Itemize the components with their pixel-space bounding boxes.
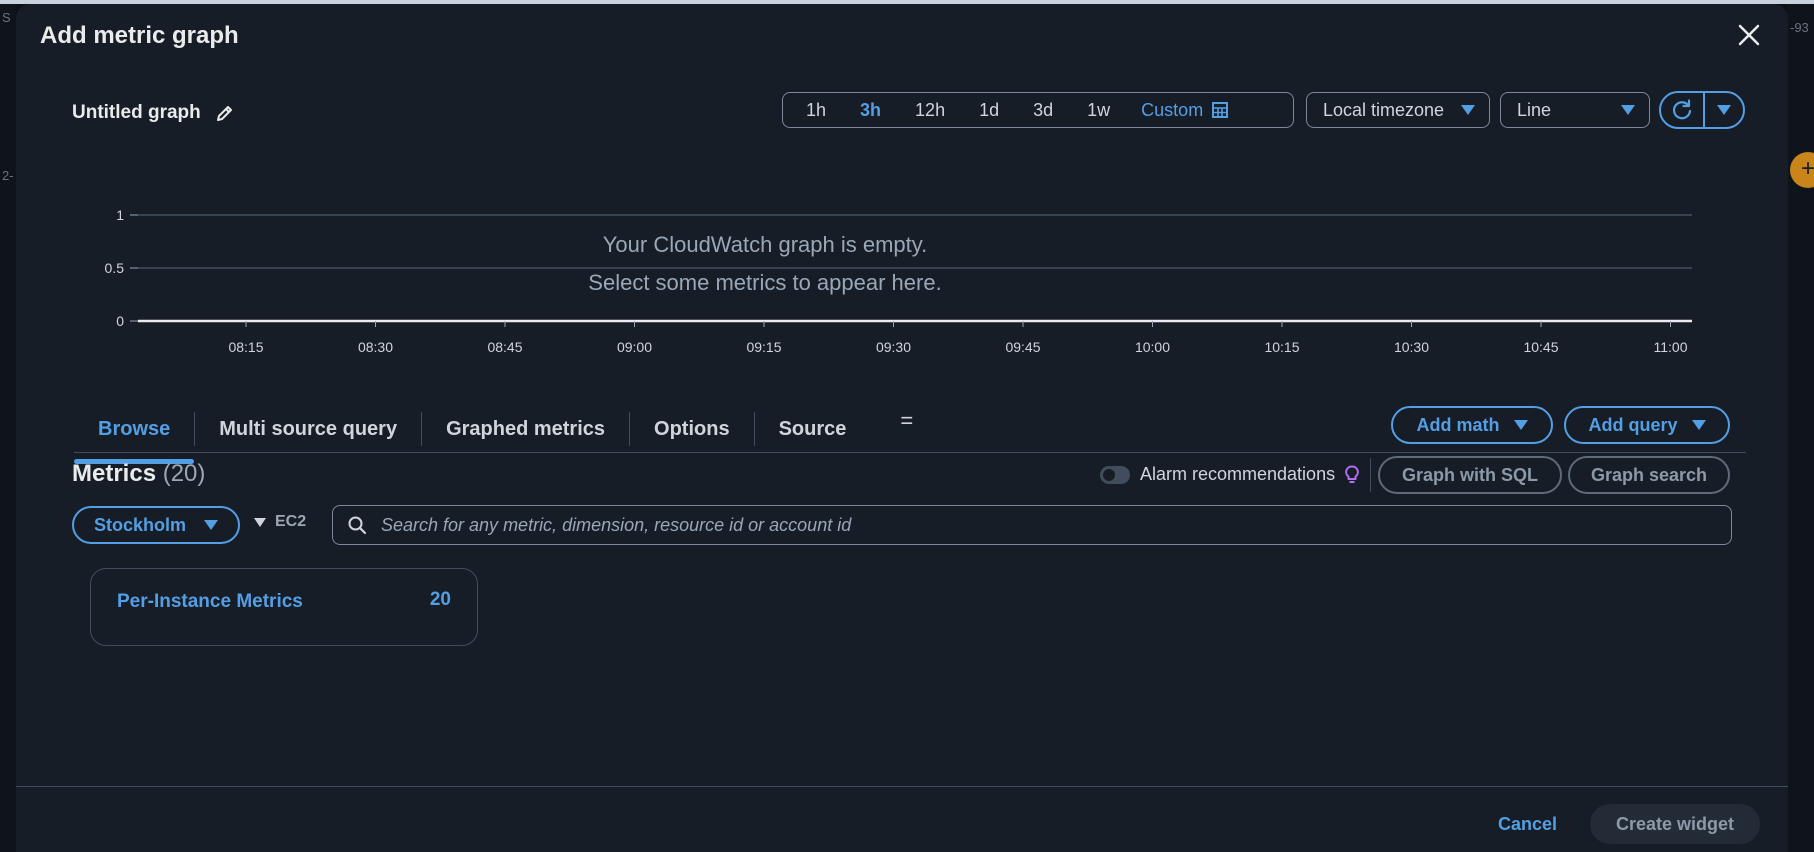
- background-page-left: [0, 4, 16, 852]
- tab-browse[interactable]: Browse: [74, 412, 195, 464]
- tabs-more-icon[interactable]: =: [870, 408, 929, 434]
- x-tick-label: 10:45: [1523, 339, 1558, 355]
- x-tick-label: 09:30: [876, 339, 911, 355]
- cancel-button[interactable]: Cancel: [1498, 814, 1557, 835]
- x-tick-label: 11:00: [1654, 339, 1688, 355]
- add-metric-graph-modal: Add metric graph Untitled graph 1h 3h 12…: [16, 4, 1788, 852]
- alarm-recommendations-label: Alarm recommendations: [1140, 464, 1336, 484]
- caret-down-icon: [204, 520, 218, 530]
- add-query-button[interactable]: Add query: [1564, 406, 1730, 444]
- x-tick-label: 08:45: [487, 339, 522, 355]
- x-tick-label: 10:15: [1264, 339, 1299, 355]
- footer-divider: [16, 786, 1788, 787]
- y-tick-label: 1: [116, 207, 124, 223]
- x-tick-label: 08:30: [358, 339, 393, 355]
- region-selector[interactable]: Stockholm: [72, 506, 240, 544]
- tab-source[interactable]: Source: [755, 412, 871, 446]
- card-count: 20: [429, 589, 451, 610]
- tab-options[interactable]: Options: [630, 412, 754, 446]
- namespace-card[interactable]: Per-Instance Metrics 20: [90, 568, 478, 646]
- action-divider: [1370, 458, 1371, 492]
- expand-triangle-icon[interactable]: [254, 517, 266, 527]
- metric-search-box: [332, 505, 1732, 545]
- tabs-divider: [74, 452, 1746, 453]
- region-label: Stockholm: [93, 514, 186, 535]
- y-tick-label: 0: [116, 313, 124, 329]
- background-text: S: [2, 10, 11, 25]
- add-query-label: Add query: [1588, 414, 1678, 435]
- metrics-count: (20): [162, 460, 206, 487]
- background-page-right: [1786, 4, 1814, 852]
- x-tick-label: 09:15: [746, 339, 781, 355]
- x-tick-label: 10:30: [1394, 339, 1429, 355]
- add-math-button[interactable]: Add math: [1391, 406, 1553, 444]
- metric-chart: 1 0.5 0 08:15 08:30 08:45 09:00 09:15 09:30 09:45…: [105, 207, 1692, 355]
- caret-down-icon: [1513, 420, 1528, 430]
- alarm-recommendations: Alarm recommendations: [1100, 464, 1359, 485]
- namespace-breadcrumb: EC2: [254, 513, 306, 531]
- background-text: 2-: [2, 168, 14, 183]
- x-tick-label: 09:45: [1005, 339, 1040, 355]
- alarm-recommendations-toggle[interactable]: [1100, 465, 1130, 484]
- breadcrumb-ec2[interactable]: EC2: [275, 513, 306, 531]
- card-title[interactable]: Per-Instance Metrics: [117, 591, 303, 613]
- x-tick-label: 08:15: [228, 339, 263, 355]
- add-math-label: Add math: [1416, 414, 1500, 435]
- tab-graphed-metrics[interactable]: Graphed metrics: [422, 412, 629, 446]
- y-tick-label: 0.5: [105, 260, 125, 276]
- lightbulb-icon: [1345, 465, 1359, 483]
- x-tick-label: 09:00: [617, 339, 652, 355]
- graph-with-sql-button[interactable]: Graph with SQL: [1378, 456, 1562, 494]
- x-tick-label: 10:00: [1135, 339, 1170, 355]
- metrics-heading: Metrics (20): [72, 460, 205, 488]
- metric-search-input[interactable]: [379, 513, 1731, 537]
- search-icon: [348, 516, 367, 535]
- tab-multi-source-query[interactable]: Multi source query: [195, 412, 421, 446]
- caret-down-icon: [1691, 420, 1706, 430]
- background-text: -93: [1790, 20, 1809, 35]
- metrics-title: Metrics: [72, 460, 157, 487]
- metric-tabs: Browse Multi source query Graphed metric…: [74, 404, 929, 464]
- graph-search-button[interactable]: Graph search: [1568, 456, 1730, 494]
- create-widget-button[interactable]: Create widget: [1590, 804, 1760, 844]
